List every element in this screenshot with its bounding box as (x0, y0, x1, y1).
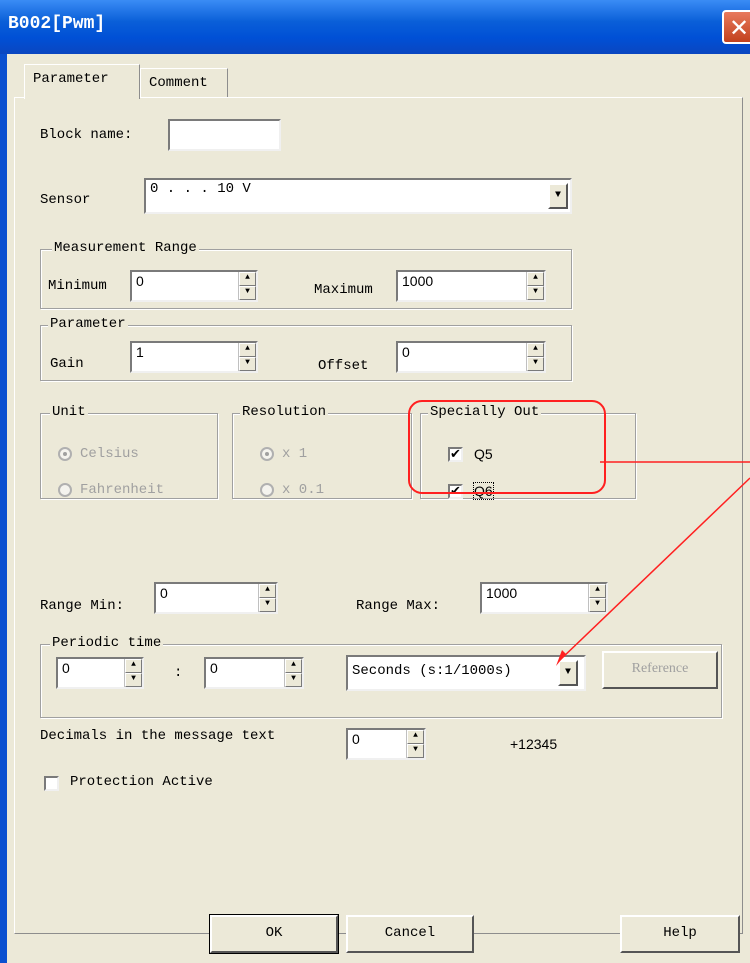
annotation-arrows (556, 461, 750, 666)
tab-parameter[interactable]: Parameter (24, 64, 140, 99)
arrowhead-icon (556, 650, 566, 666)
annotation-arrow-line (559, 477, 750, 661)
